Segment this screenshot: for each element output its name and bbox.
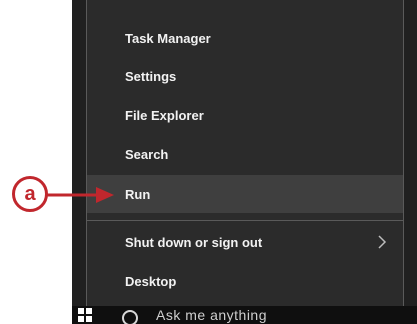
menu-item-task-manager[interactable]: Task Manager [87,19,403,57]
chevron-right-icon [378,235,387,249]
taskbar: Ask me anything [72,306,417,324]
power-user-menu: Task Manager Settings File Explorer Sear… [72,0,417,324]
callout-arrow-icon [46,187,114,203]
screenshot-stage: Task Manager Settings File Explorer Sear… [0,0,417,324]
callout-label: a [24,182,36,205]
menu-item-label: Task Manager [125,30,211,46]
menu-item-label: Desktop [125,273,177,289]
cortana-icon[interactable] [122,310,138,324]
menu-item-run[interactable]: Run [87,175,403,213]
menu-item-shut-down[interactable]: Shut down or sign out [87,223,403,261]
menu-item-settings[interactable]: Settings [87,57,403,95]
menu-panel: Task Manager Settings File Explorer Sear… [86,0,404,307]
menu-item-desktop[interactable]: Desktop [87,262,403,300]
menu-item-label: File Explorer [125,107,204,123]
menu-item-search[interactable]: Search [87,135,403,173]
menu-item-file-explorer[interactable]: File Explorer [87,96,403,134]
callout-badge: a [12,176,48,212]
menu-item-label: Settings [125,68,177,84]
menu-item-label: Run [125,186,151,202]
windows-start-icon[interactable] [78,308,92,322]
menu-item-label: Search [125,146,169,162]
menu-item-label: Shut down or sign out [125,234,263,250]
menu-divider [87,220,403,221]
taskbar-search-text[interactable]: Ask me anything [156,307,267,323]
